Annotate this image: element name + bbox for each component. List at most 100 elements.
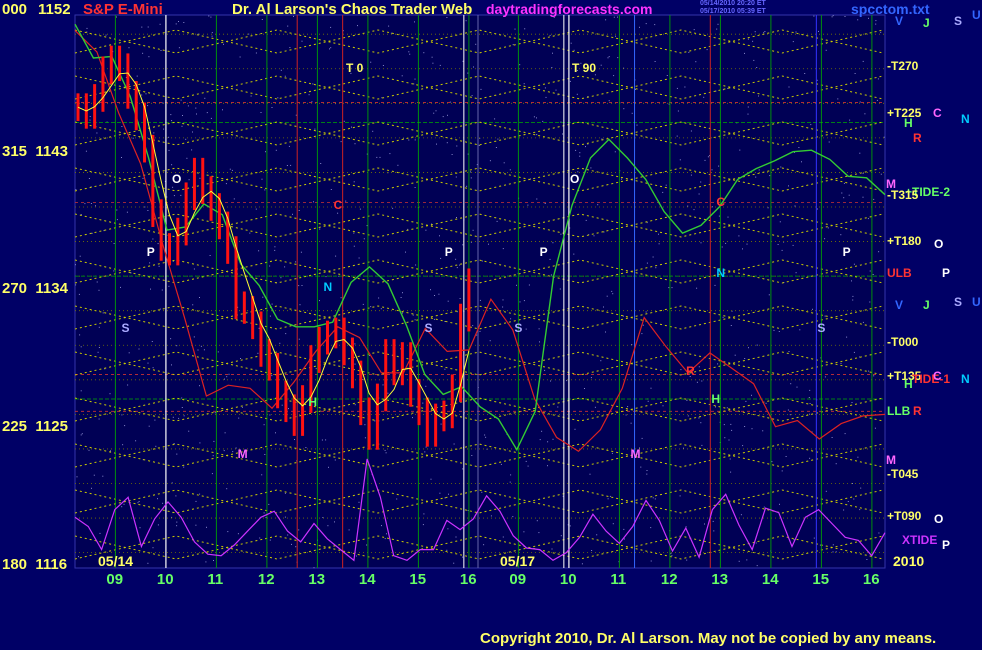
texture-dot [168, 136, 170, 138]
texture-dot [402, 292, 403, 294]
texture-dot [340, 297, 342, 299]
texture-dot [295, 261, 297, 263]
texture-dot [853, 351, 855, 353]
y-tick-angle: 225 [2, 418, 28, 435]
texture-dot [269, 539, 271, 541]
texture-dot [843, 197, 845, 199]
texture-dot [435, 110, 437, 112]
texture-dot [116, 219, 118, 221]
texture-dot [328, 466, 329, 468]
texture-dot [423, 52, 425, 54]
texture-dot [818, 30, 819, 32]
texture-dot [590, 377, 592, 379]
texture-dot [627, 406, 629, 408]
texture-dot [337, 212, 339, 214]
texture-dot [353, 181, 355, 183]
texture-dot [665, 184, 667, 186]
texture-dot [798, 147, 800, 148]
texture-dot [280, 277, 282, 279]
texture-dot [433, 318, 435, 320]
texture-dot [446, 549, 448, 551]
texture-dot [79, 255, 81, 257]
texture-dot [859, 101, 861, 103]
texture-dot [862, 321, 864, 323]
texture-dot [284, 266, 286, 268]
texture-dot [98, 326, 100, 328]
texture-dot [859, 509, 861, 511]
texture-dot [264, 189, 266, 191]
texture-dot [223, 43, 224, 45]
texture-dot [85, 150, 87, 152]
texture-dot [188, 430, 190, 432]
texture-dot [680, 369, 682, 371]
texture-dot [237, 533, 239, 535]
texture-dot [274, 246, 276, 248]
texture-dot [462, 244, 464, 246]
texture-dot [470, 171, 471, 173]
texture-dot [145, 93, 147, 95]
texture-dot [816, 208, 818, 210]
texture-dot [159, 23, 161, 25]
site-link[interactable]: daytradingforecasts.com [486, 1, 653, 17]
texture-dot [868, 370, 870, 372]
texture-dot [157, 524, 159, 526]
x-tick-label: 13 [711, 571, 729, 588]
texture-dot [867, 218, 869, 220]
texture-dot [75, 284, 77, 286]
plot-area [74, 14, 886, 569]
texture-dot [405, 251, 406, 253]
texture-dot [182, 115, 183, 116]
texture-dot [284, 492, 286, 494]
texture-dot [767, 207, 769, 209]
texture-dot [740, 514, 742, 516]
texture-dot [455, 176, 457, 178]
texture-dot [550, 380, 551, 382]
texture-dot [623, 528, 625, 530]
texture-dot [121, 126, 123, 127]
texture-dot [384, 449, 386, 451]
texture-dot [788, 351, 790, 352]
texture-dot [547, 465, 548, 467]
texture-dot [161, 289, 163, 291]
texture-dot [758, 95, 759, 97]
texture-dot [298, 529, 300, 531]
texture-dot [286, 165, 288, 166]
x-tick-label: 09 [509, 571, 527, 588]
texture-dot [569, 525, 571, 527]
texture-dot [601, 138, 603, 140]
chart-plot [74, 14, 886, 569]
texture-dot [808, 397, 810, 398]
texture-dot [299, 304, 301, 306]
texture-dot [549, 34, 551, 36]
texture-dot [80, 434, 82, 436]
texture-dot [658, 233, 659, 235]
texture-dot [434, 295, 435, 296]
right-label: C [933, 106, 942, 121]
texture-dot [208, 15, 210, 17]
texture-dot [171, 364, 172, 366]
texture-dot [787, 409, 789, 411]
texture-dot [696, 381, 698, 383]
texture-dot [197, 349, 199, 351]
texture-dot [780, 166, 782, 168]
texture-dot [607, 57, 609, 59]
right-label: +T180 [887, 233, 922, 248]
x-tick-label: 12 [660, 571, 678, 588]
texture-dot [440, 423, 442, 425]
texture-dot [224, 378, 225, 380]
texture-dot [562, 133, 563, 135]
texture-dot [128, 47, 130, 49]
texture-dot [232, 451, 234, 453]
texture-dot [854, 73, 856, 74]
texture-dot [284, 75, 286, 77]
texture-dot [746, 559, 748, 561]
texture-dot [645, 23, 647, 25]
texture-dot [748, 347, 749, 349]
texture-dot [89, 116, 91, 117]
texture-dot [704, 159, 706, 161]
chart-point-label: P [539, 244, 548, 259]
chart-point-label: H [711, 392, 721, 407]
right-label: N [961, 372, 970, 387]
texture-dot [148, 56, 150, 58]
texture-dot [809, 389, 811, 391]
